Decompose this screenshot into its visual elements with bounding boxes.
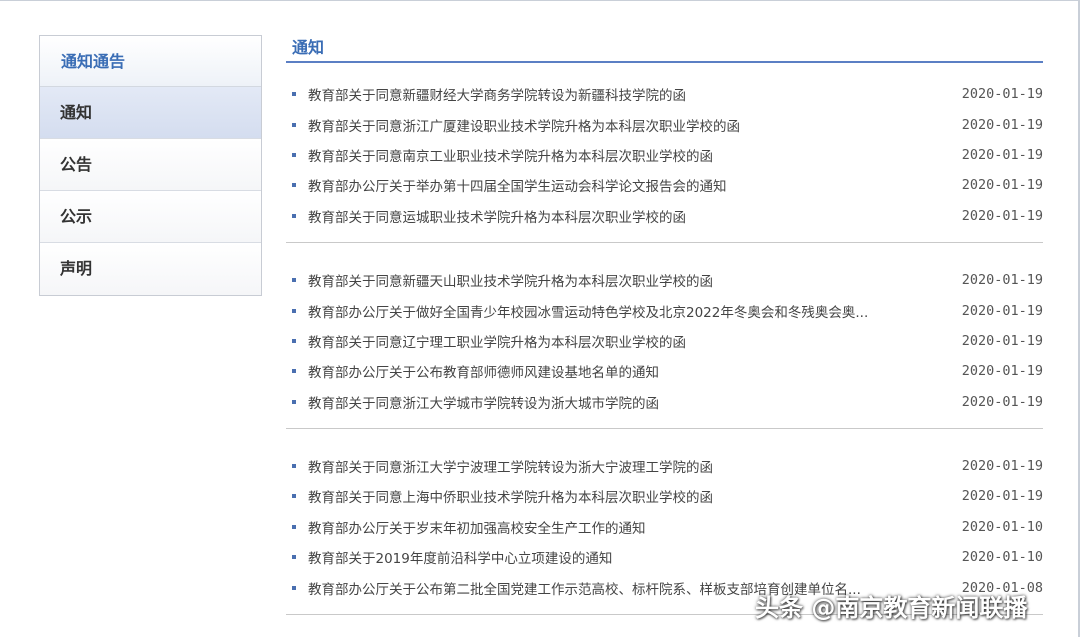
list-item: 教育部关于同意辽宁理工职业学院升格为本科层次职业学校的函 2020-01-19: [286, 326, 1043, 356]
news-date: 2020-01-19: [961, 488, 1043, 505]
bullet-icon: [292, 338, 296, 343]
bullet-icon: [292, 308, 296, 313]
list-item: 教育部办公厅关于岁末年初加强高校安全生产工作的通知 2020-01-10: [286, 512, 1043, 542]
news-link[interactable]: 教育部关于同意辽宁理工职业学院升格为本科层次职业学校的函: [308, 331, 948, 351]
list-item: 教育部关于同意浙江大学城市学院转设为浙大城市学院的函 2020-01-19: [286, 387, 1043, 417]
news-date: 2020-01-19: [961, 116, 1043, 133]
news-link[interactable]: 教育部办公厅关于举办第十四届全国学生运动会科学论文报告会的通知: [308, 175, 948, 195]
list-item: 教育部办公厅关于举办第十四届全国学生运动会科学论文报告会的通知 2020-01-1…: [286, 170, 1043, 200]
bullet-icon: [292, 464, 296, 469]
news-link[interactable]: 教育部关于同意新疆天山职业技术学院升格为本科层次职业学校的函: [308, 270, 948, 290]
news-link[interactable]: 教育部关于同意新疆财经大学商务学院转设为新疆科技学院的函: [308, 84, 948, 104]
bullet-icon: [292, 92, 296, 97]
sidebar-item-notice[interactable]: 通知: [40, 87, 261, 139]
bullet-icon: [292, 555, 296, 560]
news-date: 2020-01-19: [961, 207, 1043, 224]
list-item: 教育部关于同意新疆财经大学商务学院转设为新疆科技学院的函 2020-01-19: [286, 79, 1043, 109]
news-link[interactable]: 教育部关于2019年度前沿科学中心立项建设的通知: [308, 547, 948, 567]
bullet-icon: [292, 213, 296, 218]
bullet-icon: [292, 494, 296, 499]
news-link[interactable]: 教育部关于同意浙江广厦建设职业技术学院升格为本科层次职业学校的函: [308, 115, 948, 135]
news-date: 2020-01-10: [961, 549, 1043, 566]
bullet-icon: [292, 278, 296, 283]
news-link[interactable]: 教育部关于同意浙江大学城市学院转设为浙大城市学院的函: [308, 392, 948, 412]
list-item: 教育部关于2019年度前沿科学中心立项建设的通知 2020-01-10: [286, 542, 1043, 572]
news-date: 2020-01-19: [961, 302, 1043, 319]
bullet-icon: [292, 585, 296, 590]
news-date: 2020-01-19: [961, 332, 1043, 349]
news-date: 2020-01-19: [961, 272, 1043, 289]
news-link[interactable]: 教育部办公厅关于公布教育部师德师风建设基地名单的通知: [308, 361, 948, 381]
news-date: 2020-01-19: [961, 86, 1043, 103]
news-group: 教育部关于同意浙江大学宁波理工学院转设为浙大宁波理工学院的函 2020-01-19…: [286, 429, 1043, 615]
sidebar-item-announcement[interactable]: 公告: [40, 139, 261, 191]
bullet-icon: [292, 369, 296, 374]
news-link[interactable]: 教育部办公厅关于做好全国青少年校园冰雪运动特色学校及北京2022年冬奥会和冬残奥…: [308, 301, 948, 321]
list-item: 教育部关于同意南京工业职业技术学院升格为本科层次职业学校的函 2020-01-19: [286, 140, 1043, 170]
list-item: 教育部办公厅关于公布教育部师德师风建设基地名单的通知 2020-01-19: [286, 356, 1043, 386]
page-title: 通知: [286, 35, 1043, 63]
bullet-icon: [292, 183, 296, 188]
sidebar-title: 通知通告: [40, 36, 261, 87]
sidebar-item-statement[interactable]: 声明: [40, 243, 261, 295]
news-link[interactable]: 教育部关于同意运城职业技术学院升格为本科层次职业学校的函: [308, 206, 948, 226]
news-link[interactable]: 教育部关于同意上海中侨职业技术学院升格为本科层次职业学校的函: [308, 486, 948, 506]
news-link[interactable]: 教育部办公厅关于岁末年初加强高校安全生产工作的通知: [308, 517, 948, 537]
list-item: 教育部关于同意上海中侨职业技术学院升格为本科层次职业学校的函 2020-01-19: [286, 481, 1043, 511]
bullet-icon: [292, 122, 296, 127]
news-link[interactable]: 教育部关于同意浙江大学宁波理工学院转设为浙大宁波理工学院的函: [308, 456, 948, 476]
list-item: 教育部关于同意新疆天山职业技术学院升格为本科层次职业学校的函 2020-01-19: [286, 265, 1043, 295]
news-date: 2020-01-10: [961, 518, 1043, 535]
news-date: 2020-01-19: [961, 393, 1043, 410]
bullet-icon: [292, 152, 296, 157]
news-date: 2020-01-19: [961, 458, 1043, 475]
news-group: 教育部关于同意新疆天山职业技术学院升格为本科层次职业学校的函 2020-01-19…: [286, 243, 1043, 429]
bullet-icon: [292, 399, 296, 404]
news-group: 教育部关于同意新疆财经大学商务学院转设为新疆科技学院的函 2020-01-19 教…: [286, 63, 1043, 243]
list-item: 教育部关于同意运城职业技术学院升格为本科层次职业学校的函 2020-01-19: [286, 201, 1043, 231]
list-item: 教育部关于同意浙江广厦建设职业技术学院升格为本科层次职业学校的函 2020-01-…: [286, 109, 1043, 139]
list-item: 教育部关于同意浙江大学宁波理工学院转设为浙大宁波理工学院的函 2020-01-19: [286, 451, 1043, 481]
news-link[interactable]: 教育部关于同意南京工业职业技术学院升格为本科层次职业学校的函: [308, 145, 948, 165]
news-date: 2020-01-19: [961, 363, 1043, 380]
news-date: 2020-01-19: [961, 177, 1043, 194]
news-date: 2020-01-19: [961, 146, 1043, 163]
main-content: 通知 教育部关于同意新疆财经大学商务学院转设为新疆科技学院的函 2020-01-1…: [286, 35, 1043, 615]
watermark: 头条 @南京教育新闻联播: [755, 594, 1028, 622]
list-item: 教育部办公厅关于做好全国青少年校园冰雪运动特色学校及北京2022年冬奥会和冬残奥…: [286, 295, 1043, 325]
bullet-icon: [292, 524, 296, 529]
sidebar: 通知通告 通知 公告 公示 声明: [39, 35, 262, 296]
sidebar-item-publicity[interactable]: 公示: [40, 191, 261, 243]
